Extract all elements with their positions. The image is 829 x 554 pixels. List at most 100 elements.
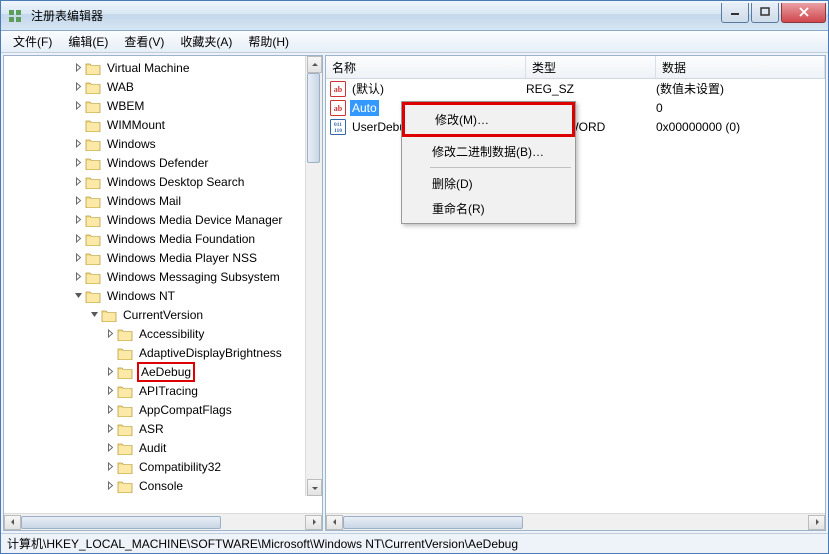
menu-view[interactable]: 查看(V) <box>116 31 172 52</box>
scroll-left-icon[interactable] <box>326 515 343 530</box>
menu-favorites[interactable]: 收藏夹(A) <box>172 31 240 52</box>
col-type[interactable]: 类型 <box>526 56 656 78</box>
folder-icon <box>85 251 101 265</box>
tree-item[interactable]: ASR <box>4 419 305 438</box>
expand-icon[interactable] <box>72 100 84 112</box>
tree-item[interactable]: Windows NT <box>4 286 305 305</box>
scroll-up-icon[interactable] <box>307 56 322 73</box>
folder-icon <box>85 232 101 246</box>
folder-icon <box>85 80 101 94</box>
scroll-thumb[interactable] <box>307 73 320 163</box>
scroll-right-icon[interactable] <box>808 515 825 530</box>
tree-scrollbar-h[interactable] <box>4 513 322 530</box>
status-path: 计算机\HKEY_LOCAL_MACHINE\SOFTWARE\Microsof… <box>7 535 518 552</box>
tree-item-label: Virtual Machine <box>105 60 192 76</box>
expand-icon[interactable] <box>72 252 84 264</box>
scroll-thumb[interactable] <box>343 516 523 529</box>
value-type: REG_SZ <box>526 82 656 96</box>
titlebar[interactable]: 注册表编辑器 <box>1 1 828 31</box>
tree-item[interactable]: Windows <box>4 134 305 153</box>
tree-item[interactable]: WAB <box>4 77 305 96</box>
tree-item-label: CurrentVersion <box>121 307 205 323</box>
menu-help[interactable]: 帮助(H) <box>240 31 297 52</box>
tree-item-label: Windows Defender <box>105 155 210 171</box>
tree-item[interactable]: AdaptiveDisplayBrightness <box>4 343 305 362</box>
expand-icon[interactable] <box>72 195 84 207</box>
expand-icon[interactable] <box>104 366 116 378</box>
expand-icon[interactable] <box>72 176 84 188</box>
col-name[interactable]: 名称 <box>326 56 526 78</box>
tree-item[interactable]: CurrentVersion <box>4 305 305 324</box>
expand-icon[interactable] <box>104 423 116 435</box>
tree-pane: Virtual MachineWAB WBEMWIMMountWindows Win… <box>3 55 323 531</box>
tree-item[interactable]: AeDebug <box>4 362 305 381</box>
ctx-delete[interactable]: 删除(D) <box>404 171 573 196</box>
tree-item[interactable]: Windows Media Player NSS <box>4 248 305 267</box>
expand-icon[interactable] <box>72 271 84 283</box>
expand-icon[interactable] <box>104 480 116 492</box>
expand-collapse-icon[interactable] <box>88 309 100 321</box>
menu-bar: 文件(F) 编辑(E) 查看(V) 收藏夹(A) 帮助(H) <box>1 31 828 53</box>
expand-icon[interactable] <box>72 62 84 74</box>
menu-separator <box>430 167 571 168</box>
tree-item[interactable]: AppCompatFlags <box>4 400 305 419</box>
tree-item[interactable]: Windows Mail <box>4 191 305 210</box>
registry-tree[interactable]: Virtual MachineWAB WBEMWIMMountWindows Win… <box>4 56 322 497</box>
expand-icon[interactable] <box>72 138 84 150</box>
scroll-thumb[interactable] <box>21 516 221 529</box>
tree-spacer <box>104 347 116 359</box>
folder-icon <box>117 422 133 436</box>
close-button[interactable] <box>781 3 826 23</box>
folder-icon <box>85 61 101 75</box>
expand-collapse-icon[interactable] <box>72 290 84 302</box>
tree-item[interactable]: Windows Media Device Manager <box>4 210 305 229</box>
value-row[interactable]: (默认)REG_SZ(数值未设置) <box>326 79 825 98</box>
tree-item-label: Windows Mail <box>105 193 183 209</box>
tree-item[interactable]: Windows Defender <box>4 153 305 172</box>
tree-item-label: WBEM <box>105 98 146 114</box>
ctx-modify-binary[interactable]: 修改二进制数据(B)… <box>404 139 573 164</box>
scroll-down-icon[interactable] <box>307 479 322 496</box>
folder-icon <box>85 194 101 208</box>
expand-icon[interactable] <box>104 442 116 454</box>
tree-item[interactable]: APITracing <box>4 381 305 400</box>
tree-item[interactable]: Console <box>4 476 305 495</box>
folder-icon <box>101 308 117 322</box>
ctx-modify[interactable]: 修改(M)… <box>407 107 570 132</box>
tree-item[interactable]: Windows Desktop Search <box>4 172 305 191</box>
tree-item[interactable]: Virtual Machine <box>4 58 305 77</box>
folder-icon <box>117 365 133 379</box>
list-header[interactable]: 名称 类型 数据 <box>326 56 825 79</box>
tree-item[interactable]: Compatibility32 <box>4 457 305 476</box>
expand-icon[interactable] <box>72 214 84 226</box>
tree-item[interactable]: Audit <box>4 438 305 457</box>
tree-item[interactable]: Windows Messaging Subsystem <box>4 267 305 286</box>
menu-edit[interactable]: 编辑(E) <box>60 31 116 52</box>
tree-item-label: APITracing <box>137 383 200 399</box>
string-value-icon <box>330 100 346 116</box>
expand-icon[interactable] <box>72 81 84 93</box>
expand-icon[interactable] <box>72 157 84 169</box>
expand-icon[interactable] <box>104 461 116 473</box>
tree-item[interactable]: WBEM <box>4 96 305 115</box>
tree-item[interactable]: WIMMount <box>4 115 305 134</box>
status-bar: 计算机\HKEY_LOCAL_MACHINE\SOFTWARE\Microsof… <box>1 533 828 553</box>
context-menu: 修改(M)… 修改二进制数据(B)… 删除(D) 重命名(R) <box>401 101 576 224</box>
scroll-right-icon[interactable] <box>305 515 322 530</box>
tree-item[interactable]: Windows Media Foundation <box>4 229 305 248</box>
folder-icon <box>85 137 101 151</box>
tree-scrollbar-v[interactable] <box>305 56 322 496</box>
tree-item[interactable]: Accessibility <box>4 324 305 343</box>
col-data[interactable]: 数据 <box>656 56 825 78</box>
expand-icon[interactable] <box>104 404 116 416</box>
menu-file[interactable]: 文件(F) <box>5 31 60 52</box>
minimize-button[interactable] <box>721 3 749 23</box>
value-data: 0 <box>656 101 825 115</box>
scroll-left-icon[interactable] <box>4 515 21 530</box>
maximize-button[interactable] <box>751 3 779 23</box>
expand-icon[interactable] <box>104 385 116 397</box>
list-scrollbar-h[interactable] <box>326 513 825 530</box>
expand-icon[interactable] <box>72 233 84 245</box>
expand-icon[interactable] <box>104 328 116 340</box>
ctx-rename[interactable]: 重命名(R) <box>404 196 573 221</box>
